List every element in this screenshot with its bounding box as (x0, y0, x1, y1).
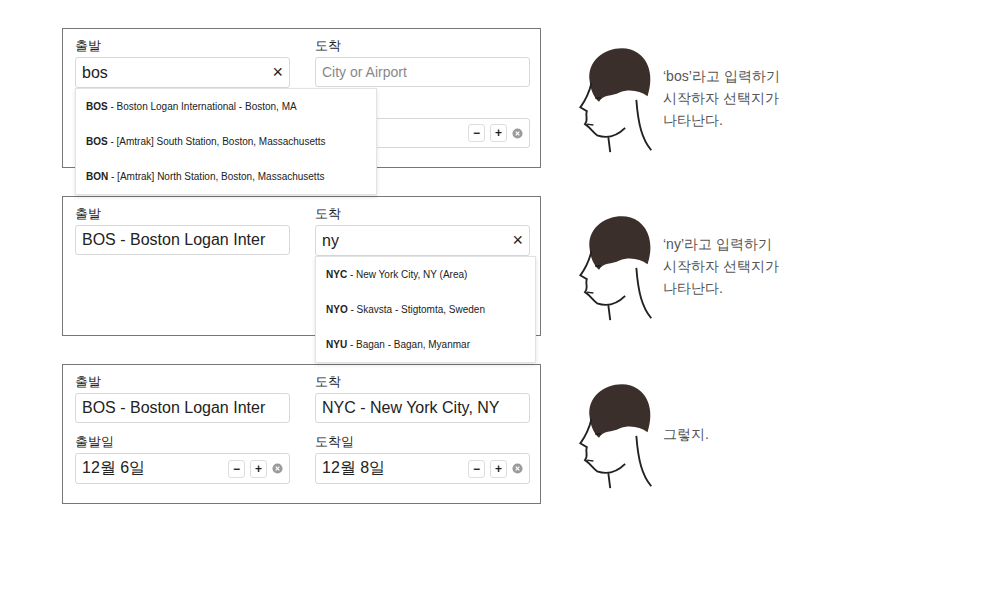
person-profile-icon (571, 378, 655, 490)
step-row: 출발 BOS - Boston Logan Inter 도착 NYC - New Yo… (62, 364, 982, 504)
person-profile-icon (571, 210, 655, 322)
input-value: 12월 8일 (322, 458, 462, 479)
search-form: 출발 BOS - Boston Logan Inter 도착 ny × NYC - New… (62, 196, 541, 336)
input-value: 12월 6일 (82, 458, 222, 479)
suggestion-item[interactable]: NYO - Skavsta - Stigtomta, Sweden (316, 292, 495, 327)
form-field: 출발 BOS - Boston Logan Inter (75, 373, 290, 423)
airport-name: - Skavsta - Stigtomta, Sweden (348, 304, 485, 315)
airport-name: - Boston Logan International - Boston, M… (108, 101, 297, 112)
date-stepper: −+ (228, 460, 283, 478)
date-stepper: −+ (468, 124, 523, 142)
caption-line: ‘bos’라고 입력하기 (663, 65, 780, 87)
form-row: 출발일12월 6일−+도착일12월 8일−+ (75, 433, 528, 484)
plus-button[interactable]: + (490, 124, 507, 142)
suggestion-item[interactable]: BOS - Boston Logan International - Bosto… (76, 89, 336, 124)
form-field: 도착 City or Airport (315, 37, 530, 88)
search-form: 출발 BOS - Boston Logan Inter 도착 NYC - New Yo… (62, 364, 541, 504)
field-label: 출발일 (75, 433, 290, 451)
input-box[interactable]: BOS - Boston Logan Inter (75, 225, 290, 255)
input-value: NYC - New York City, NY (322, 399, 523, 417)
field-label: 도착 (315, 373, 530, 391)
input-value: BOS - Boston Logan Inter (82, 231, 283, 249)
airport-code: NYO (326, 304, 348, 315)
caption-line: 나타난다. (663, 277, 779, 299)
airport-name: - Bagan - Bagan, Myanmar (347, 339, 470, 350)
minus-button[interactable]: − (468, 124, 485, 142)
reset-icon[interactable] (512, 463, 523, 474)
reset-icon[interactable] (272, 463, 283, 474)
airport-code: BOS (86, 136, 108, 147)
reset-icon[interactable] (512, 128, 523, 139)
input-value: bos (82, 64, 266, 82)
form-field: 도착ny×NYC - New York City, NY (Area)NYO -… (315, 205, 530, 256)
field-label: 도착일 (315, 433, 530, 451)
caption: ‘bos’라고 입력하기시작하자 선택지가나타난다. (663, 65, 780, 131)
input-placeholder: City or Airport (322, 64, 523, 80)
form-field: 도착일12월 8일−+ (315, 433, 530, 484)
field-label: 도착 (315, 205, 530, 223)
airport-code: BON (86, 171, 108, 182)
form-row: 출발 BOS - Boston Logan Inter 도착 NYC - New Yo… (75, 373, 528, 423)
suggestion-list: BOS - Boston Logan International - Bosto… (75, 88, 377, 195)
airport-code: BOS (86, 101, 108, 112)
form-field: 도착 NYC - New York City, NY (315, 373, 530, 423)
minus-button[interactable]: − (468, 460, 485, 478)
caption-line: 시작하자 선택지가 (663, 87, 780, 109)
minus-button[interactable]: − (228, 460, 245, 478)
airport-code: NYC (326, 269, 347, 280)
caption-line: ‘ny’라고 입력하기 (663, 233, 779, 255)
suggestion-item[interactable]: NYU - Bagan - Bagan, Myanmar (316, 327, 495, 362)
input-box[interactable]: 12월 6일−+ (75, 453, 290, 484)
clear-button[interactable]: × (512, 230, 523, 251)
form-row: 출발bos×BOS - Boston Logan International -… (75, 37, 528, 88)
suggestion-item[interactable]: BOS - [Amtrak] South Station, Boston, Ma… (76, 124, 336, 159)
search-form: 출발 bos × BOS - Boston Logan International -… (62, 28, 541, 168)
field-label: 출발 (75, 37, 290, 55)
input-box[interactable]: NYC - New York City, NY (315, 393, 530, 423)
caption-line: 나타난다. (663, 109, 780, 131)
input-value: ny (322, 232, 506, 250)
suggestion-item[interactable]: BON - [Amtrak] North Station, Boston, Ma… (76, 159, 336, 194)
person-profile-icon (571, 42, 655, 154)
step-row: 출발 bos × BOS - Boston Logan International -… (62, 28, 982, 168)
plus-button[interactable]: + (490, 460, 507, 478)
step-row: 출발 BOS - Boston Logan Inter 도착 ny × NYC - New… (62, 196, 982, 336)
airport-code: NYU (326, 339, 347, 350)
plus-button[interactable]: + (250, 460, 267, 478)
airport-name: - New York City, NY (Area) (347, 269, 467, 280)
suggestion-item[interactable]: NYC - New York City, NY (Area) (316, 257, 495, 292)
caption-line: 그렇지. (663, 423, 709, 445)
form-row: 출발BOS - Boston Logan Inter도착ny×NYC - New… (75, 205, 528, 256)
input-box[interactable]: BOS - Boston Logan Inter (75, 393, 290, 423)
date-stepper: −+ (468, 460, 523, 478)
form-field: 출발일12월 6일−+ (75, 433, 290, 484)
page: 출발 bos × BOS - Boston Logan International -… (0, 0, 982, 598)
input-box[interactable]: bos × (75, 57, 290, 88)
airport-name: - [Amtrak] North Station, Boston, Massac… (108, 171, 324, 182)
airport-name: - [Amtrak] South Station, Boston, Massac… (108, 136, 326, 147)
field-label: 출발 (75, 373, 290, 391)
form-field: 출발bos×BOS - Boston Logan International -… (75, 37, 290, 88)
input-box[interactable]: ny × (315, 225, 530, 256)
caption: ‘ny’라고 입력하기시작하자 선택지가나타난다. (663, 233, 779, 299)
field-label: 도착 (315, 37, 530, 55)
field-label: 출발 (75, 205, 290, 223)
suggestion-list: NYC - New York City, NY (Area)NYO - Skav… (315, 256, 536, 363)
input-value: BOS - Boston Logan Inter (82, 399, 283, 417)
clear-button[interactable]: × (272, 62, 283, 83)
caption: 그렇지. (663, 423, 709, 445)
input-box[interactable]: City or Airport (315, 57, 530, 87)
input-box[interactable]: 12월 8일−+ (315, 453, 530, 484)
form-field: 출발 BOS - Boston Logan Inter (75, 205, 290, 256)
caption-line: 시작하자 선택지가 (663, 255, 779, 277)
